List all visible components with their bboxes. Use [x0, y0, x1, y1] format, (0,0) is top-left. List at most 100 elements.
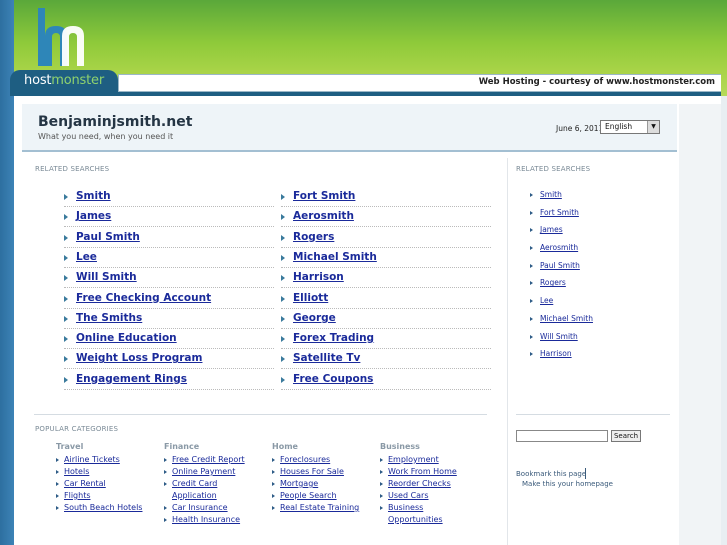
result-row: Fort Smith [281, 187, 491, 207]
category-link[interactable]: Car Insurance [164, 502, 264, 514]
result-row: Rogers [281, 228, 491, 248]
sidebar-divider [516, 414, 670, 415]
result-link[interactable]: Satellite Tv [293, 352, 360, 364]
category-link[interactable]: Work From Home [380, 466, 480, 478]
result-link[interactable]: Weight Loss Program [76, 352, 202, 364]
result-row: The Smiths [64, 309, 274, 329]
result-row: Harrison [281, 268, 491, 289]
arrow-icon [64, 315, 68, 322]
category-link[interactable]: South Beach Hotels [56, 502, 156, 514]
category-link[interactable]: Health Insurance [164, 514, 264, 526]
hostmonster-logo-icon[interactable] [34, 6, 94, 68]
sidebar-related-link[interactable]: Lee [530, 296, 593, 314]
result-link[interactable]: Harrison [293, 271, 344, 283]
chevron-down-icon[interactable]: ▼ [647, 121, 659, 133]
arrow-icon [64, 356, 68, 363]
category-link[interactable]: Credit Card Application [164, 478, 264, 502]
section-divider [34, 414, 487, 415]
sidebar-related-link[interactable]: Fort Smith [530, 208, 593, 226]
sidebar-related-link[interactable]: James [530, 225, 593, 243]
category-link[interactable]: Reorder Checks [380, 478, 480, 490]
site-subtitle: What you need, when you need it [38, 132, 174, 141]
category-link[interactable]: Business Opportunities [380, 502, 480, 526]
result-link[interactable]: Lee [76, 251, 97, 263]
arrow-icon [281, 214, 285, 221]
sidebar-related-link[interactable]: Michael Smith [530, 314, 593, 332]
arrow-icon [281, 315, 285, 322]
category-link[interactable]: Mortgage [272, 478, 372, 490]
result-link[interactable]: Online Education [76, 332, 177, 344]
arrow-icon [281, 356, 285, 363]
category-link[interactable]: Employment [380, 454, 480, 466]
search-button[interactable]: Search [611, 430, 641, 442]
result-link[interactable]: Elliott [293, 292, 328, 304]
result-row: Online Education [64, 329, 274, 350]
result-row: Paul Smith [64, 228, 274, 248]
sidebar-related-link[interactable]: Will Smith [530, 332, 593, 350]
category-link[interactable]: Used Cars [380, 490, 480, 502]
category-link[interactable]: Hotels [56, 466, 156, 478]
category-heading: Home [272, 442, 298, 451]
homepage-link[interactable]: Make this your homepage [522, 480, 613, 488]
sidebar-related-link[interactable]: Aerosmith [530, 243, 593, 261]
result-row: Michael Smith [281, 248, 491, 268]
result-link[interactable]: Aerosmith [293, 210, 354, 222]
category-column: Business Employment Work From Home Reorder … [380, 442, 480, 526]
sidebar-related-link[interactable]: Smith [530, 190, 593, 208]
result-row: George [281, 309, 491, 329]
category-link[interactable]: Houses For Sale [272, 466, 372, 478]
result-link[interactable]: Michael Smith [293, 251, 377, 263]
bookmark-link[interactable]: Bookmark this page [516, 470, 586, 478]
sidebar-related-link[interactable]: Paul Smith [530, 261, 593, 279]
result-link[interactable]: The Smiths [76, 312, 142, 324]
result-row: Satellite Tv [281, 349, 491, 370]
arrow-icon [281, 275, 285, 282]
result-row: Free Checking Account [64, 289, 274, 309]
sidebar-related-link[interactable]: Harrison [530, 349, 593, 367]
result-link[interactable]: Rogers [293, 231, 334, 243]
category-link[interactable]: Flights [56, 490, 156, 502]
arrow-icon [64, 275, 68, 282]
result-link[interactable]: Free Coupons [293, 373, 373, 385]
search-input[interactable] [516, 430, 608, 442]
category-link[interactable]: Airline Tickets [56, 454, 156, 466]
result-row: Smith [64, 187, 274, 207]
language-value: English [605, 122, 633, 131]
column-divider [507, 158, 508, 545]
language-select[interactable]: English ▼ [600, 120, 660, 134]
arrow-icon [64, 194, 68, 200]
result-link[interactable]: Forex Trading [293, 332, 374, 344]
category-link[interactable]: Real Estate Training [272, 502, 372, 514]
hosting-credit-text[interactable]: Web Hosting - courtesy of www.hostmonste… [479, 77, 715, 87]
result-row: Weight Loss Program [64, 349, 274, 370]
hostmonster-logo[interactable]: hostmonster [10, 70, 118, 92]
category-link[interactable]: Online Payment [164, 466, 264, 478]
category-heading: Travel [56, 442, 84, 451]
category-column: Home Foreclosures Houses For Sale Mortgage P… [272, 442, 372, 514]
arrow-icon [64, 234, 68, 241]
arrow-icon [281, 194, 285, 200]
result-link[interactable]: James [76, 210, 111, 222]
arrow-icon [281, 234, 285, 241]
result-link[interactable]: Paul Smith [76, 231, 140, 243]
category-heading: Finance [164, 442, 200, 451]
result-link[interactable]: George [293, 312, 336, 324]
arrow-icon [281, 254, 285, 261]
category-link[interactable]: Car Rental [56, 478, 156, 490]
category-link[interactable]: Foreclosures [272, 454, 372, 466]
sidebar-related-link[interactable]: Rogers [530, 278, 593, 296]
result-row: James [64, 207, 274, 228]
result-link[interactable]: Smith [76, 190, 111, 202]
sidebar-related-label: RELATED SEARCHES [516, 165, 591, 173]
category-heading: Business [380, 442, 420, 451]
result-link[interactable]: Will Smith [76, 271, 137, 283]
result-link[interactable]: Free Checking Account [76, 292, 211, 304]
category-link[interactable]: Free Credit Report [164, 454, 264, 466]
result-row: Engagement Rings [64, 370, 274, 390]
result-link[interactable]: Engagement Rings [76, 373, 187, 385]
arrow-icon [64, 376, 68, 383]
result-row: Elliott [281, 289, 491, 309]
category-link[interactable]: People Search [272, 490, 372, 502]
right-gutter [679, 104, 721, 545]
result-link[interactable]: Fort Smith [293, 190, 355, 202]
